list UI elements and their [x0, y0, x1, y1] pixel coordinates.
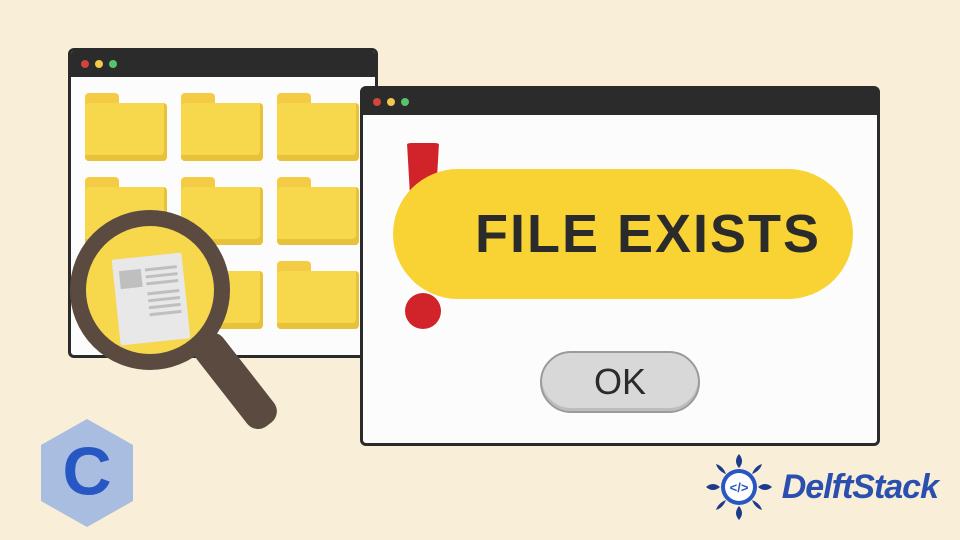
folder-icon[interactable]	[277, 177, 359, 247]
minimize-icon[interactable]	[387, 98, 395, 106]
zoom-icon[interactable]	[401, 98, 409, 106]
delftstack-medallion-icon: </>	[704, 452, 774, 522]
delftstack-logo: </> DelftStack	[704, 452, 938, 522]
delftstack-wordmark: DelftStack	[782, 468, 938, 507]
alert-message: FILE EXISTS	[475, 203, 821, 265]
c-letter: C	[62, 432, 111, 510]
folder-icon[interactable]	[277, 93, 359, 163]
ds-code-icon: </>	[729, 480, 748, 495]
close-icon[interactable]	[81, 60, 89, 68]
ok-button[interactable]: OK	[540, 351, 700, 413]
folder-icon[interactable]	[181, 93, 263, 163]
minimize-icon[interactable]	[95, 60, 103, 68]
titlebar-back	[71, 51, 375, 77]
ok-button-label: OK	[594, 361, 646, 403]
folder-icon[interactable]	[277, 261, 359, 331]
alert-dialog: FILE EXISTS OK	[360, 86, 880, 446]
folder-icon[interactable]	[85, 93, 167, 163]
c-language-logo: C	[32, 418, 142, 528]
close-icon[interactable]	[373, 98, 381, 106]
document-icon	[112, 253, 191, 346]
titlebar-front	[363, 89, 877, 115]
alert-message-pill: FILE EXISTS	[393, 169, 853, 299]
zoom-icon[interactable]	[109, 60, 117, 68]
magnifier-handle	[188, 327, 283, 435]
